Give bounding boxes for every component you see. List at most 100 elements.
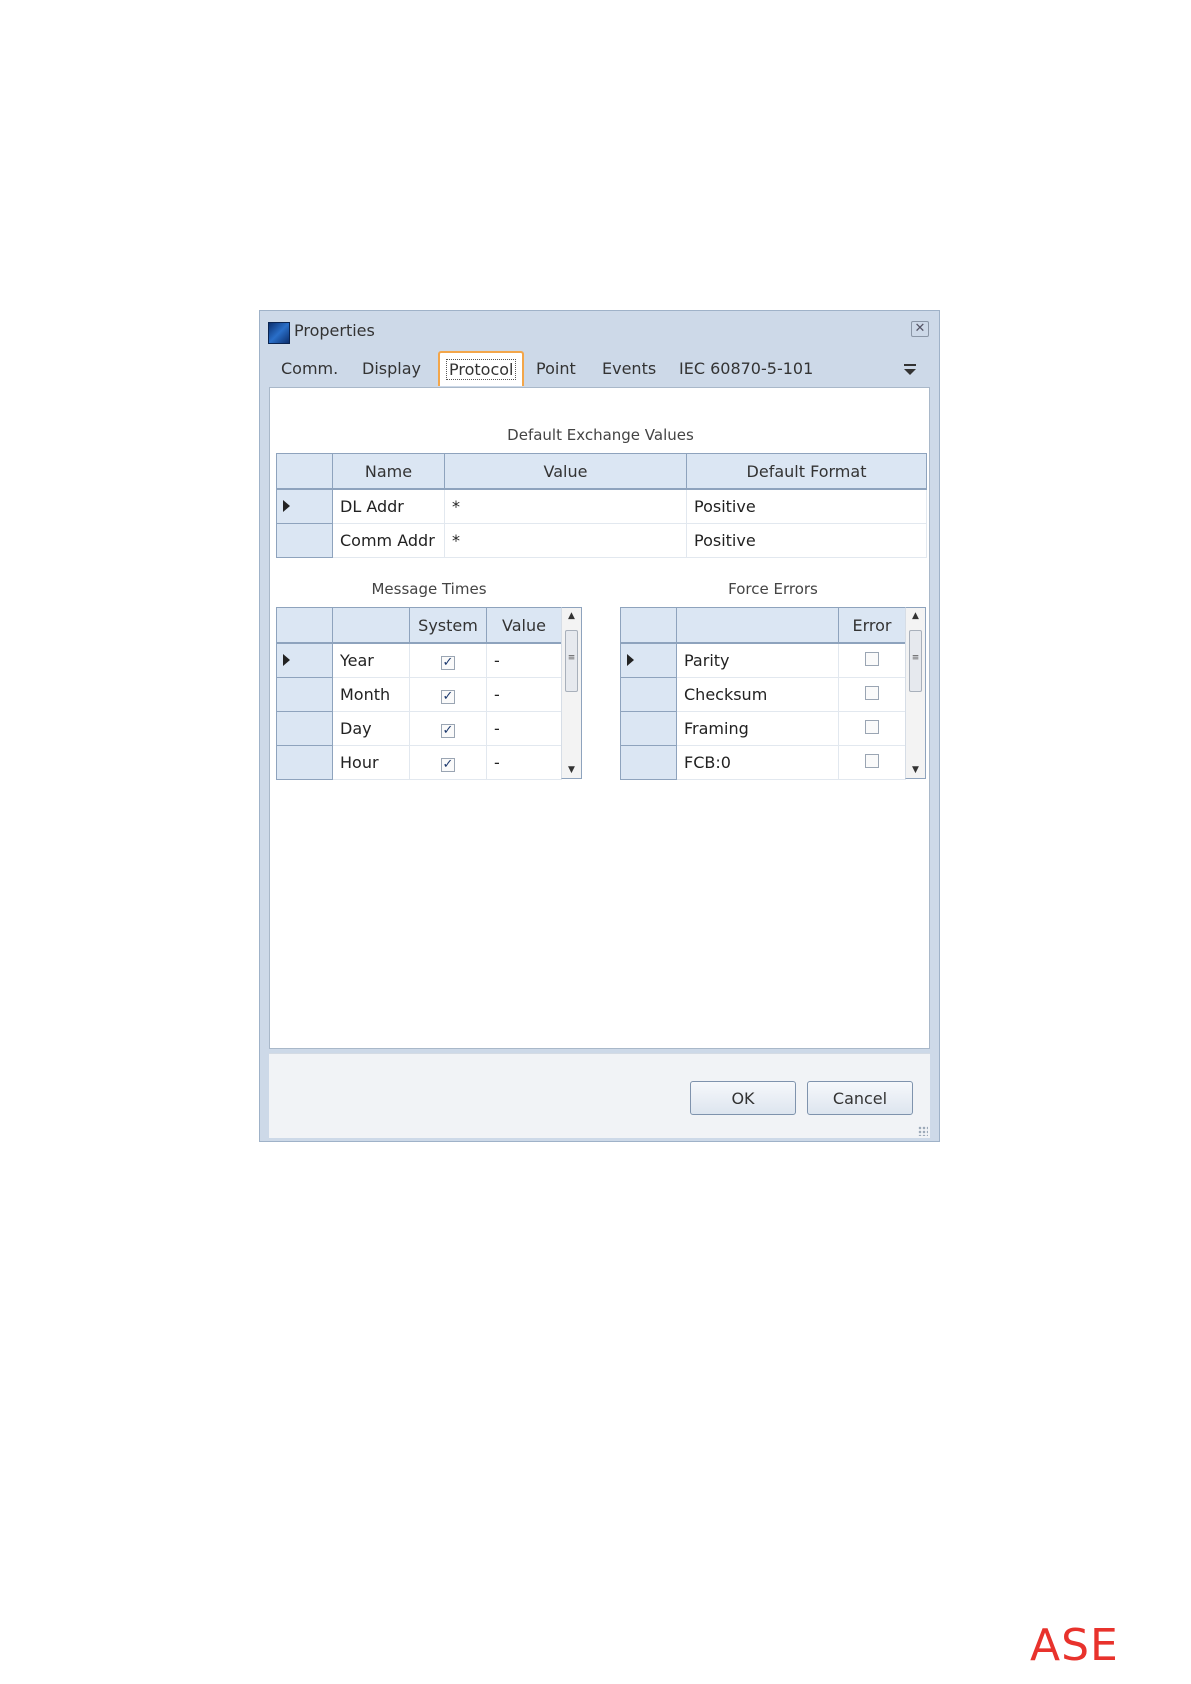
error-checkbox[interactable] — [865, 720, 879, 734]
properties-app-icon — [268, 322, 290, 344]
error-checkbox[interactable] — [865, 754, 879, 768]
title-bar: Properties ✕ — [260, 311, 939, 347]
message-times-scrollbar[interactable]: ▲ ≡ ▼ — [561, 607, 582, 779]
dialog-footer: OK Cancel — [269, 1053, 930, 1138]
cell-item[interactable]: Month — [332, 677, 410, 712]
message-times-title: Message Times — [371, 580, 487, 598]
scroll-thumb[interactable]: ≡ — [565, 630, 578, 692]
tab-protocol-label: Protocol — [446, 359, 517, 380]
checkbox-check-icon: ✓ — [442, 655, 454, 670]
cell-value[interactable]: - — [486, 677, 562, 712]
table-header-row: System Value — [276, 607, 562, 644]
cell-item[interactable]: Year — [332, 643, 410, 678]
cell-item[interactable]: Framing — [676, 711, 839, 746]
scroll-up-arrow-icon[interactable]: ▲ — [906, 611, 925, 621]
row-header[interactable] — [620, 677, 677, 712]
row-header[interactable] — [620, 711, 677, 746]
cell-system[interactable]: ✓ — [409, 677, 487, 712]
error-checkbox[interactable] — [865, 652, 879, 666]
close-icon[interactable]: ✕ — [911, 321, 929, 337]
table-row[interactable]: Year ✓ - — [276, 643, 562, 678]
window-title: Properties — [294, 321, 375, 340]
row-header[interactable] — [276, 489, 333, 524]
scroll-up-arrow-icon[interactable]: ▲ — [562, 611, 581, 621]
table-row[interactable]: Month ✓ - — [276, 677, 562, 712]
checkbox-check-icon: ✓ — [442, 723, 454, 738]
cell-value[interactable]: * — [444, 523, 687, 558]
column-header-system[interactable]: System — [409, 607, 487, 644]
cell-item[interactable]: Parity — [676, 643, 839, 678]
cell-value[interactable]: * — [444, 489, 687, 524]
tab-display[interactable]: Display — [362, 359, 421, 378]
cell-item[interactable]: Checksum — [676, 677, 839, 712]
row-header[interactable] — [620, 643, 677, 678]
default-exchange-table: Name Value Default Format DL Addr * Posi… — [276, 453, 927, 558]
resize-grip-icon[interactable] — [918, 1126, 928, 1136]
column-header-value[interactable]: Value — [444, 453, 687, 490]
cell-system[interactable]: ✓ — [409, 711, 487, 746]
cell-system[interactable]: ✓ — [409, 745, 487, 780]
row-pointer-icon — [283, 500, 290, 512]
cell-format[interactable]: Positive — [686, 523, 927, 558]
cell-name[interactable]: DL Addr — [332, 489, 445, 524]
system-checkbox[interactable]: ✓ — [441, 690, 455, 704]
row-header-corner — [276, 607, 333, 644]
tab-comm[interactable]: Comm. — [281, 359, 338, 378]
checkbox-check-icon: ✓ — [442, 689, 454, 704]
cell-format[interactable]: Positive — [686, 489, 927, 524]
cell-value[interactable]: - — [486, 643, 562, 678]
cell-value[interactable]: - — [486, 711, 562, 746]
cancel-button[interactable]: Cancel — [807, 1081, 913, 1115]
table-row[interactable]: Comm Addr * Positive — [276, 523, 927, 558]
table-row[interactable]: Checksum — [620, 677, 906, 712]
error-checkbox[interactable] — [865, 686, 879, 700]
column-header-item[interactable] — [332, 607, 410, 644]
row-header[interactable] — [276, 711, 333, 746]
cell-error[interactable] — [838, 711, 906, 746]
table-row[interactable]: DL Addr * Positive — [276, 489, 927, 524]
cell-system[interactable]: ✓ — [409, 643, 487, 678]
tab-overflow-icon[interactable] — [903, 363, 917, 377]
row-header[interactable] — [276, 677, 333, 712]
cell-error[interactable] — [838, 745, 906, 780]
cell-item[interactable]: Hour — [332, 745, 410, 780]
force-errors-scrollbar[interactable]: ▲ ≡ ▼ — [905, 607, 926, 779]
row-header[interactable] — [276, 745, 333, 780]
column-header-item[interactable] — [676, 607, 839, 644]
system-checkbox[interactable]: ✓ — [441, 724, 455, 738]
column-header-value[interactable]: Value — [486, 607, 562, 644]
table-row[interactable]: Day ✓ - — [276, 711, 562, 746]
table-row[interactable]: Framing — [620, 711, 906, 746]
row-header[interactable] — [276, 643, 333, 678]
system-checkbox[interactable]: ✓ — [441, 656, 455, 670]
scroll-down-arrow-icon[interactable]: ▼ — [562, 765, 581, 775]
cell-value[interactable]: - — [486, 745, 562, 780]
row-pointer-icon — [627, 654, 634, 666]
column-header-error[interactable]: Error — [838, 607, 906, 644]
tab-iec[interactable]: IEC 60870-5-101 — [679, 359, 813, 378]
scroll-down-arrow-icon[interactable]: ▼ — [906, 765, 925, 775]
column-header-name[interactable]: Name — [332, 453, 445, 490]
row-header-corner — [276, 453, 333, 490]
row-header-corner — [620, 607, 677, 644]
cell-name[interactable]: Comm Addr — [332, 523, 445, 558]
table-row[interactable]: Parity — [620, 643, 906, 678]
cell-item[interactable]: FCB:0 — [676, 745, 839, 780]
message-times-table: System Value Year ✓ - Month ✓ - Day ✓ - — [276, 607, 562, 780]
column-header-default-format[interactable]: Default Format — [686, 453, 927, 490]
system-checkbox[interactable]: ✓ — [441, 758, 455, 772]
row-header[interactable] — [620, 745, 677, 780]
tab-events[interactable]: Events — [602, 359, 656, 378]
row-pointer-icon — [283, 654, 290, 666]
table-row[interactable]: FCB:0 — [620, 745, 906, 780]
ok-button[interactable]: OK — [690, 1081, 796, 1115]
tab-protocol[interactable]: Protocol — [438, 351, 525, 386]
table-row[interactable]: Hour ✓ - — [276, 745, 562, 780]
scroll-thumb[interactable]: ≡ — [909, 630, 922, 692]
force-errors-table: Error Parity Checksum Framing FCB:0 — [620, 607, 906, 780]
cell-error[interactable] — [838, 643, 906, 678]
cell-error[interactable] — [838, 677, 906, 712]
cell-item[interactable]: Day — [332, 711, 410, 746]
row-header[interactable] — [276, 523, 333, 558]
tab-point[interactable]: Point — [536, 359, 576, 378]
